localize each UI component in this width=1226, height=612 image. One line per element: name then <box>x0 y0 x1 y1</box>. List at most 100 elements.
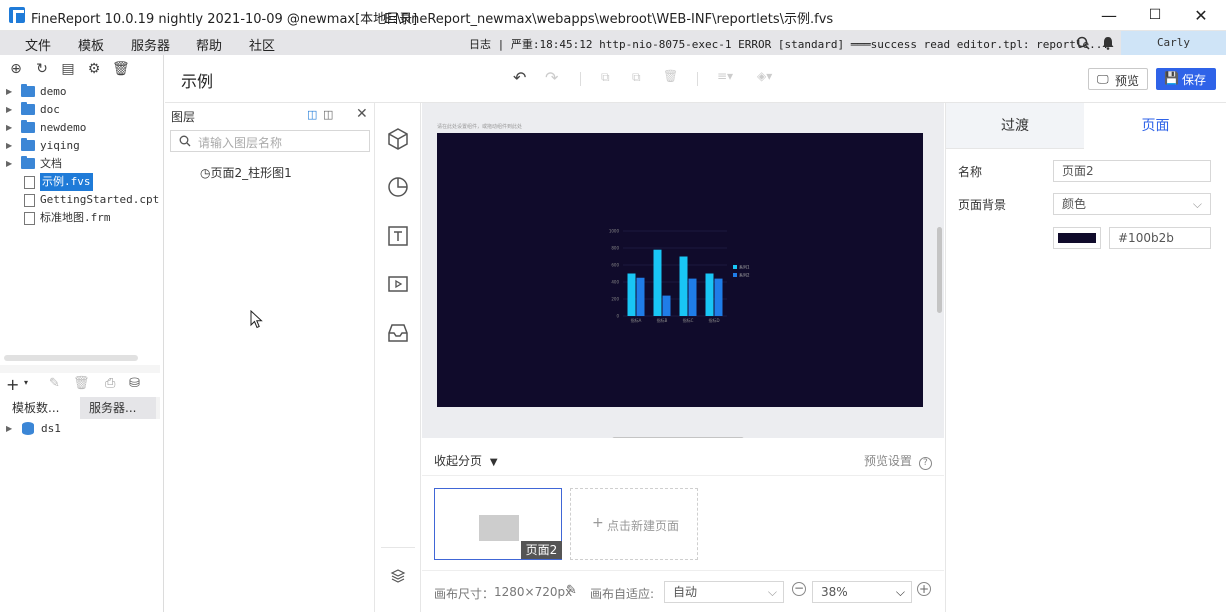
thumbnail-preview <box>479 515 519 541</box>
preview-button[interactable]: 🖵 预览 <box>1088 68 1148 90</box>
tree-folder[interactable]: ▶ yiqing <box>0 137 160 155</box>
menu-template[interactable]: 模板 <box>78 35 104 54</box>
undo-icon[interactable]: ↶ <box>513 68 526 87</box>
page-canvas[interactable]: 0 200 400 600 800 1000 指标A 指标B 指标C 指标D 系列1 系列2 <box>437 133 923 407</box>
expand-arrow-icon[interactable]: ▶ <box>6 119 12 137</box>
text-icon[interactable] <box>386 224 410 248</box>
tree-file[interactable]: 示例.fvs <box>0 173 160 191</box>
pie-chart-icon[interactable] <box>386 175 410 199</box>
paste-icon[interactable]: ⧉ <box>632 70 641 85</box>
tree-folder[interactable]: ▶ 文档 <box>0 155 160 173</box>
bar-chart[interactable]: 0 200 400 600 800 1000 指标A 指标B 指标C 指标D 系列1 系列2 <box>597 223 757 333</box>
expand-arrow-icon[interactable]: ▶ <box>6 101 12 119</box>
canvas-caption: 请在此处设置组件，或拖动组件到此处 <box>437 124 523 130</box>
canvas-footer: 画布尺寸： 1280×720px ✎ 画布自适应: 自动 ⌵ − 38% ⌵ + <box>422 570 944 612</box>
edit-icon[interactable]: ✎ <box>566 583 577 598</box>
page-name-input[interactable]: 页面2 <box>1053 160 1211 182</box>
save-button[interactable]: 💾 保存 <box>1156 68 1216 90</box>
tab-server-datasource[interactable]: 服务器... <box>80 397 156 419</box>
expand-arrow-icon[interactable]: ▶ <box>6 155 12 173</box>
tree-item-label: yiqing <box>40 139 80 152</box>
close-button[interactable]: ✕ <box>1178 0 1224 31</box>
file-tree-panel: ⊕ ↻ ▤ ⚙ 🗑 ▶ demo ▶ doc ▶ newdemo ▶ yiqing ▶ 文档 示例.… <box>0 55 164 612</box>
folder-icon <box>21 138 35 151</box>
layer-order-icon[interactable]: ◈▾ <box>757 69 772 83</box>
menu-help[interactable]: 帮助 <box>196 35 222 54</box>
connection-icon[interactable]: ⛁ <box>129 376 140 391</box>
bar <box>627 273 636 316</box>
align-icon[interactable]: ≡▾ <box>717 69 733 83</box>
trash-icon[interactable]: 🗑 <box>663 69 678 83</box>
zoom-in-icon[interactable]: + <box>917 582 931 596</box>
split-handle[interactable] <box>0 365 160 373</box>
close-icon[interactable]: ✕ <box>356 106 368 122</box>
tree-item-label: 示例.fvs <box>40 173 93 191</box>
background-type-select[interactable]: 颜色 ⌵ <box>1053 193 1211 215</box>
zoom-out-icon[interactable]: − <box>792 582 806 596</box>
maximize-button[interactable]: ☐ <box>1132 0 1178 31</box>
menu-server[interactable]: 服务器 <box>131 35 170 54</box>
minimize-button[interactable]: — <box>1086 0 1132 31</box>
chevron-down-icon[interactable]: ▾ <box>24 378 28 387</box>
app-logo-icon <box>9 7 25 23</box>
user-name[interactable]: Carly <box>1121 31 1226 55</box>
datasource-item[interactable]: ▶ ds1 <box>0 420 160 438</box>
tree-folder[interactable]: ▶ demo <box>0 83 160 101</box>
expand-arrow-icon[interactable]: ▶ <box>6 83 12 101</box>
tree-folder[interactable]: ▶ doc <box>0 101 160 119</box>
fit-select[interactable]: 自动 ⌵ <box>664 581 784 603</box>
delete-icon[interactable]: 🗑 <box>112 61 130 77</box>
color-hex-input[interactable]: #100b2b <box>1109 227 1211 249</box>
y-tick-label: 400 <box>611 280 619 285</box>
color-swatch[interactable] <box>1053 227 1101 249</box>
divider <box>580 72 581 86</box>
collapse-pages-toggle[interactable]: 收起分页 ▼ <box>434 452 498 469</box>
zoom-select[interactable]: 38% ⌵ <box>812 581 912 603</box>
layout-toggle-icon[interactable]: ◫ <box>323 108 333 121</box>
search-icon[interactable] <box>1076 36 1090 50</box>
mouse-cursor-icon <box>250 310 263 329</box>
layers-icon[interactable] <box>390 568 406 584</box>
cube-icon[interactable] <box>386 127 410 151</box>
bell-icon[interactable] <box>1101 36 1115 50</box>
copy-icon[interactable]: ⧉ <box>601 70 610 85</box>
refresh-icon[interactable]: ↻ <box>34 61 50 77</box>
preview-data-icon[interactable]: ⎙ <box>105 376 115 391</box>
tree-item-label: demo <box>40 85 67 98</box>
add-icon[interactable]: + <box>6 375 19 394</box>
tree-scrollbar[interactable] <box>4 355 138 361</box>
menu-file[interactable]: 文件 <box>25 35 51 54</box>
canvas-vscrollbar[interactable] <box>937 227 942 313</box>
tree-file[interactable]: 标准地图.frm <box>0 209 160 227</box>
file-icon <box>24 176 35 189</box>
layer-search-input[interactable]: 请输入图层名称 <box>170 130 370 152</box>
tree-folder[interactable]: ▶ newdemo <box>0 119 160 137</box>
menu-bar: 文件 模板 服务器 帮助 社区 日志 | 严重:18:45:12 http-ni… <box>0 31 1226 55</box>
properties-icon[interactable]: ▤ <box>60 61 76 77</box>
bar <box>705 273 714 316</box>
tab-transition[interactable]: 过渡 <box>946 103 1084 149</box>
y-tick-label: 0 <box>616 314 619 319</box>
expand-arrow-icon[interactable]: ▶ <box>6 420 12 438</box>
preview-settings[interactable]: 预览设置 ? <box>864 452 932 470</box>
file-icon <box>24 212 35 225</box>
expand-arrow-icon[interactable]: ▶ <box>6 137 12 155</box>
tree-file[interactable]: GettingStarted.cpt <box>0 191 160 209</box>
redo-icon[interactable]: ↷ <box>545 68 558 87</box>
layout-toggle-icon[interactable]: ◫ <box>307 108 317 121</box>
delete-icon[interactable]: 🗑 <box>73 376 90 391</box>
y-tick-label: 800 <box>611 246 619 251</box>
video-icon[interactable] <box>386 272 410 296</box>
new-folder-icon[interactable]: ⊕ <box>8 61 24 77</box>
layer-item[interactable]: ◷页面2_柱形图1 <box>200 164 292 181</box>
page-thumbnail[interactable]: 页面2 <box>434 488 562 560</box>
edit-icon[interactable]: ✎ <box>49 376 60 391</box>
tab-template-datasource[interactable]: 模板数... <box>0 397 80 419</box>
menu-community[interactable]: 社区 <box>249 35 275 54</box>
new-page-button[interactable]: + 点击新建页面 <box>570 488 698 560</box>
inbox-icon[interactable] <box>386 321 410 345</box>
caret-down-icon: ▼ <box>489 457 498 468</box>
tab-page[interactable]: 页面 <box>1084 103 1226 149</box>
log-message[interactable]: 日志 | 严重:18:45:12 http-nio-8075-exec-1 ER… <box>469 36 1109 52</box>
settings-icon[interactable]: ⚙ <box>86 61 102 77</box>
